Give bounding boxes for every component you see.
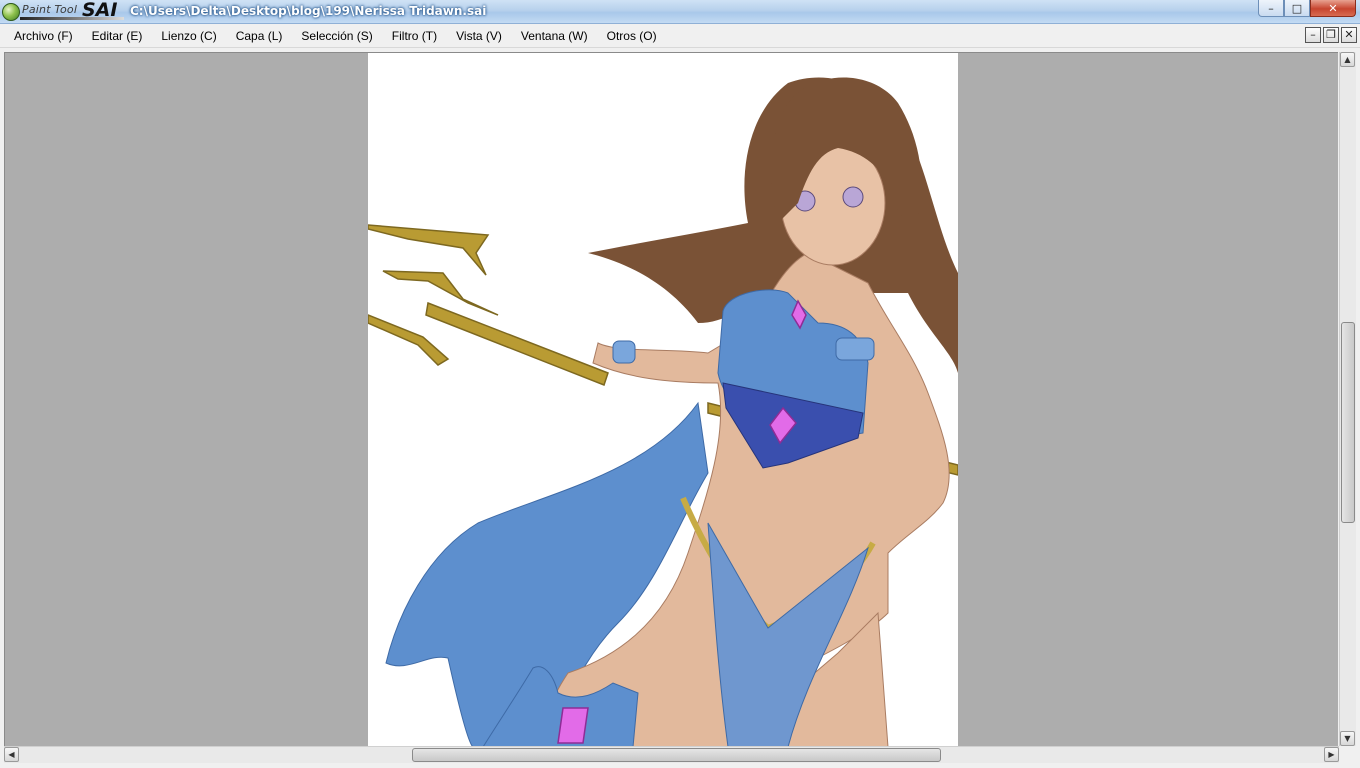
document-minimize-button[interactable]: – xyxy=(1305,27,1321,43)
canvas-workspace[interactable] xyxy=(4,52,1338,747)
menu-otros[interactable]: Otros (O) xyxy=(599,28,665,44)
title-bar: Paint Tool SAI C:\Users\Delta\Desktop\bl… xyxy=(0,0,1360,24)
main-menu: Archivo (F) Editar (E) Lienzo (C) Capa (… xyxy=(6,28,668,44)
menu-vista[interactable]: Vista (V) xyxy=(448,28,510,44)
menu-seleccion[interactable]: Selección (S) xyxy=(293,28,380,44)
scroll-down-arrow-icon[interactable]: ▼ xyxy=(1340,731,1355,746)
menu-archivo[interactable]: Archivo (F) xyxy=(6,28,81,44)
menu-editar[interactable]: Editar (E) xyxy=(84,28,151,44)
vertical-scrollbar[interactable]: ▲ ▼ xyxy=(1339,52,1356,746)
app-logo-text-small: Paint Tool xyxy=(22,3,78,16)
window-title: C:\Users\Delta\Desktop\blog\199\Nerissa … xyxy=(130,4,487,18)
document-controls: – ❐ ✕ xyxy=(1305,27,1357,43)
scroll-right-arrow-icon[interactable]: ▶ xyxy=(1324,747,1339,762)
app-globe-icon xyxy=(2,3,20,21)
logo-underline xyxy=(20,17,124,20)
window-controls: – □ ✕ xyxy=(1258,0,1356,17)
menu-ventana[interactable]: Ventana (W) xyxy=(513,28,596,44)
window-close-button[interactable]: ✕ xyxy=(1310,0,1356,17)
window-maximize-button[interactable]: □ xyxy=(1284,0,1310,17)
scroll-corner xyxy=(1339,746,1360,768)
horizontal-scrollbar[interactable]: ◀ ▶ xyxy=(4,746,1339,763)
menu-bar: Archivo (F) Editar (E) Lienzo (C) Capa (… xyxy=(0,24,1360,48)
left-bracelet-illustration xyxy=(612,340,636,364)
vertical-scroll-thumb[interactable] xyxy=(1341,322,1355,523)
scroll-up-arrow-icon[interactable]: ▲ xyxy=(1340,52,1355,67)
drawing-canvas[interactable] xyxy=(368,53,958,747)
menu-lienzo[interactable]: Lienzo (C) xyxy=(153,28,224,44)
app-logo: Paint Tool SAI xyxy=(2,0,124,22)
right-eye-illustration xyxy=(842,186,864,208)
window-minimize-button[interactable]: – xyxy=(1258,0,1284,17)
right-bracelet-illustration xyxy=(835,337,875,361)
menu-filtro[interactable]: Filtro (T) xyxy=(384,28,445,44)
document-close-button[interactable]: ✕ xyxy=(1341,27,1357,43)
menu-capa[interactable]: Capa (L) xyxy=(228,28,291,44)
document-restore-button[interactable]: ❐ xyxy=(1323,27,1339,43)
scroll-left-arrow-icon[interactable]: ◀ xyxy=(4,747,19,762)
artwork xyxy=(368,77,958,747)
horizontal-scroll-thumb[interactable] xyxy=(412,748,941,762)
